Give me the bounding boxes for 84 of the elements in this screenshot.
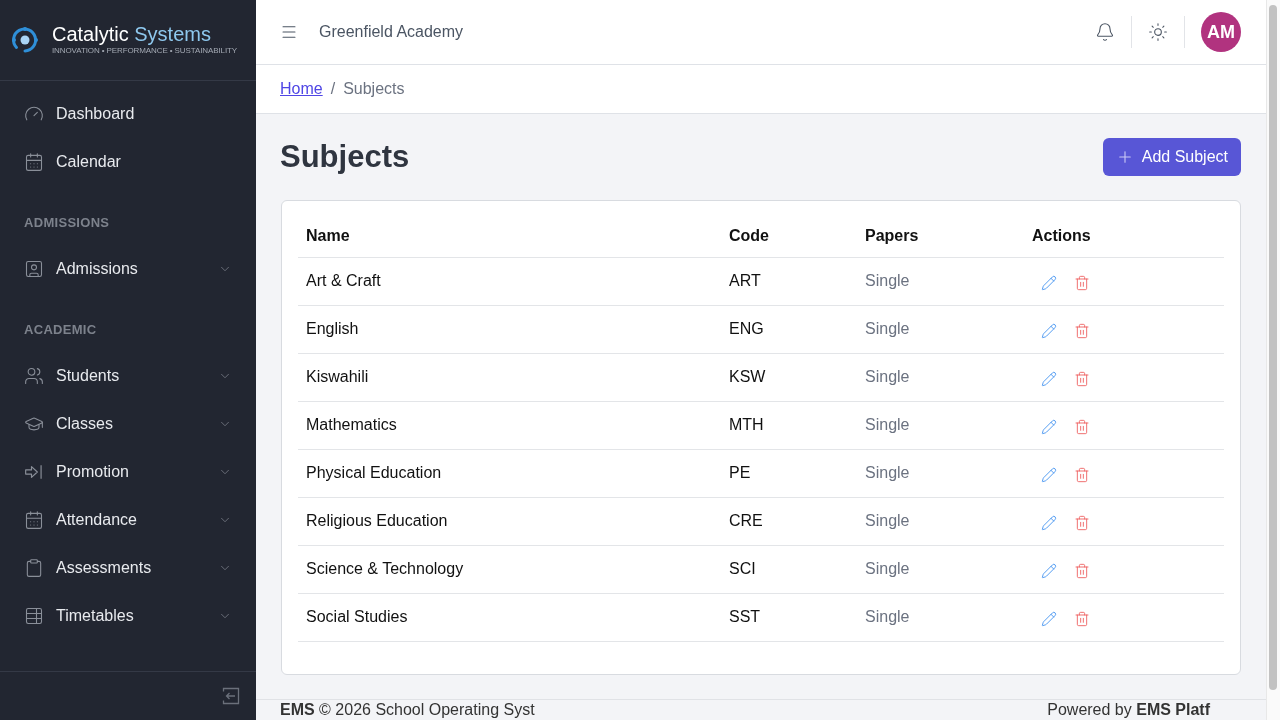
footer-credit: Powered by EMS Platf	[1047, 700, 1210, 719]
table-cell: MTH	[721, 401, 857, 449]
breadcrumb-current-page: Subjects	[343, 80, 405, 98]
breadcrumb-separator: /	[330, 80, 336, 98]
pencil-icon	[1041, 419, 1057, 435]
trash-icon	[1074, 419, 1090, 435]
page-title: Subjects	[280, 139, 410, 175]
table-cell: Single	[857, 449, 1024, 497]
section-heading: ADMISSIONS	[23, 214, 111, 232]
pencil-icon	[1041, 275, 1057, 291]
column-header: Actions	[1024, 216, 1224, 257]
pencil-icon	[1041, 371, 1057, 387]
bell-icon	[1095, 22, 1115, 42]
table-cell: Single	[857, 401, 1024, 449]
pencil-icon	[1041, 611, 1057, 627]
section-heading: ACADEMIC	[23, 321, 98, 339]
arrow-icon	[24, 462, 44, 482]
brand-tagline: INNOVATION • PERFORMANCE • SUSTAINABILITY	[52, 45, 238, 56]
table-cell: Religious Education	[298, 497, 721, 545]
table-cell: Social Studies	[298, 593, 721, 641]
table-cell: Single	[857, 593, 1024, 641]
nav-item[interactable]: Classes	[0, 400, 256, 448]
clipboard-icon	[24, 558, 44, 578]
trash-icon	[1074, 611, 1090, 627]
table-cell: ENG	[721, 305, 857, 353]
pencil-icon	[1041, 515, 1057, 531]
add-subject-button[interactable]: Add Subject	[1102, 138, 1241, 176]
arrow-left-box-icon	[222, 687, 240, 705]
pencil-icon	[1041, 563, 1057, 579]
collapse-sidebar-button[interactable]	[222, 687, 240, 705]
table-cell: Single	[857, 353, 1024, 401]
pencil-icon	[1041, 323, 1057, 339]
table-cell: ART	[721, 257, 857, 305]
column-header: Name	[298, 216, 721, 257]
trash-icon	[1074, 515, 1090, 531]
table-cell: SCI	[721, 545, 857, 593]
brand-name: Catalytic Systems	[52, 22, 212, 45]
table-cell: Kiswahili	[298, 353, 721, 401]
trash-icon	[1074, 323, 1090, 339]
table-cell: Single	[857, 545, 1024, 593]
calendar-icon	[24, 510, 44, 530]
trash-icon	[1074, 467, 1090, 483]
menu-icon	[280, 23, 298, 41]
nav-item[interactable]: Attendance	[0, 496, 256, 544]
table-cell: CRE	[721, 497, 857, 545]
table-cell: PE	[721, 449, 857, 497]
trash-icon	[1074, 371, 1090, 387]
nav-item[interactable]: Assessments	[0, 544, 256, 592]
trash-icon	[1074, 275, 1090, 291]
user-avatar[interactable]: AM	[1201, 12, 1241, 52]
theme-toggle-button[interactable]	[1148, 22, 1168, 42]
breadcrumb-link[interactable]: Home	[280, 80, 323, 98]
column-header: Papers	[857, 216, 1024, 257]
logo-icon	[10, 25, 40, 55]
sun-icon	[1148, 22, 1168, 42]
nav-item[interactable]: Timetables	[0, 592, 256, 640]
table-cell: Science & Technology	[298, 545, 721, 593]
table-cell: KSW	[721, 353, 857, 401]
pencil-icon	[1041, 467, 1057, 483]
school-name: Greenfield Academy	[319, 23, 464, 41]
table-cell: Physical Education	[298, 449, 721, 497]
nav-item[interactable]: Dashboard	[0, 90, 256, 138]
table-cell: Single	[857, 497, 1024, 545]
table-cell: Art & Craft	[298, 257, 721, 305]
nav-item[interactable]: Promotion	[0, 448, 256, 496]
table-icon	[24, 606, 44, 626]
menu-button[interactable]	[280, 23, 298, 41]
table-cell: SST	[721, 593, 857, 641]
nav-item[interactable]: Admissions	[0, 245, 256, 293]
person-icon	[24, 259, 44, 279]
trash-icon	[1074, 563, 1090, 579]
people-icon	[24, 366, 44, 386]
nav-item[interactable]: Calendar	[0, 138, 256, 186]
column-header: Code	[721, 216, 857, 257]
nav-item[interactable]: Students	[0, 352, 256, 400]
table-cell: Mathematics	[298, 401, 721, 449]
calendar-icon	[24, 152, 44, 172]
table-cell: English	[298, 305, 721, 353]
table-cell: Single	[857, 257, 1024, 305]
scrollbar-thumb[interactable]	[1269, 5, 1277, 690]
notifications-button[interactable]	[1095, 22, 1115, 42]
footer-copyright: EMS © 2026 School Operating Syst	[280, 700, 535, 719]
scrollbar-track[interactable]	[1266, 0, 1280, 720]
table-cell: Single	[857, 305, 1024, 353]
